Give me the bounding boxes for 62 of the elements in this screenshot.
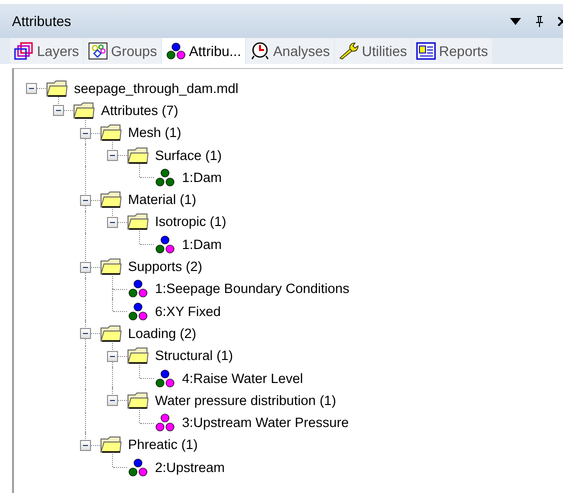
three-dots-icon <box>154 368 176 388</box>
folder-icon <box>127 392 149 409</box>
panel-tab[interactable]: Analyses <box>246 38 334 64</box>
panel-tab[interactable]: Reports <box>412 38 492 64</box>
tree-item[interactable]: 2:Upstream <box>155 460 225 475</box>
clock-icon <box>250 42 270 60</box>
folder-icon <box>127 347 149 364</box>
collapse-toggle[interactable] <box>107 395 118 406</box>
tree-item[interactable]: 1:Seepage Boundary Conditions <box>155 281 350 296</box>
tree-item[interactable]: Attributes (7) <box>101 102 178 118</box>
collapse-toggle[interactable] <box>107 150 118 162</box>
wrench-icon <box>338 42 359 60</box>
tree-item[interactable]: 1:Dam <box>182 236 222 252</box>
tree-item[interactable]: Surface (1) <box>155 148 222 163</box>
folder-icon <box>127 146 149 164</box>
tree-item[interactable]: 4:Raise Water Level <box>182 370 304 386</box>
groups-icon <box>88 42 108 60</box>
folder-icon <box>127 213 149 230</box>
panel-title: Attributes <box>12 13 72 29</box>
layers-icon <box>14 42 34 60</box>
three-dots-icon <box>127 302 149 321</box>
panel-tab[interactable]: Groups <box>84 38 161 64</box>
panel-tab[interactable]: Utilities <box>334 38 412 64</box>
document-icon <box>416 42 436 60</box>
tree-item[interactable]: Mesh (1) <box>128 125 182 140</box>
three-dots-icon <box>127 279 149 298</box>
three-dots-icon <box>127 458 149 477</box>
folder-icon <box>73 102 95 119</box>
collapse-toggle[interactable] <box>80 440 91 451</box>
collapse-toggle[interactable] <box>80 128 91 139</box>
collapse-toggle[interactable] <box>53 105 64 116</box>
tree-item[interactable]: 6:XY Fixed <box>155 304 221 319</box>
dropdown-icon[interactable] <box>510 18 521 24</box>
folder-icon <box>100 436 122 454</box>
three-dots-icon <box>154 168 176 187</box>
collapse-toggle[interactable] <box>80 194 91 206</box>
tree-item[interactable]: Structural (1) <box>155 348 234 364</box>
tree-item[interactable]: 1:Dam <box>182 170 222 185</box>
tree-item[interactable]: Isotropic (1) <box>155 214 226 230</box>
folder-icon <box>100 191 122 208</box>
tree-item[interactable]: 3:Upstream Water Pressure <box>182 415 349 430</box>
tree-item[interactable]: seepage_through_dam.mdl <box>74 80 238 96</box>
collapse-toggle[interactable] <box>80 328 91 340</box>
tree-item[interactable]: Supports (2) <box>128 259 202 274</box>
three-dots-icon <box>166 42 186 60</box>
tree-item[interactable]: Water pressure distribution (1) <box>155 392 336 408</box>
collapse-toggle[interactable] <box>107 216 118 228</box>
collapse-toggle[interactable] <box>26 83 37 94</box>
three-dots-icon <box>154 234 176 254</box>
three-dots-icon <box>154 413 176 432</box>
folder-icon <box>100 258 122 276</box>
panel-tab[interactable]: Layers <box>10 38 84 64</box>
collapse-toggle[interactable] <box>107 350 118 362</box>
folder-icon <box>46 80 68 97</box>
pin-icon[interactable] <box>535 16 544 26</box>
tree-item[interactable]: Material (1) <box>128 192 196 208</box>
folder-icon <box>100 124 122 142</box>
collapse-toggle[interactable] <box>80 262 91 273</box>
tree-item[interactable]: Loading (2) <box>128 326 196 341</box>
folder-icon <box>100 324 122 342</box>
tree-item[interactable]: Phreatic (1) <box>128 437 198 452</box>
panel-tab[interactable]: Attribu... <box>162 38 246 64</box>
